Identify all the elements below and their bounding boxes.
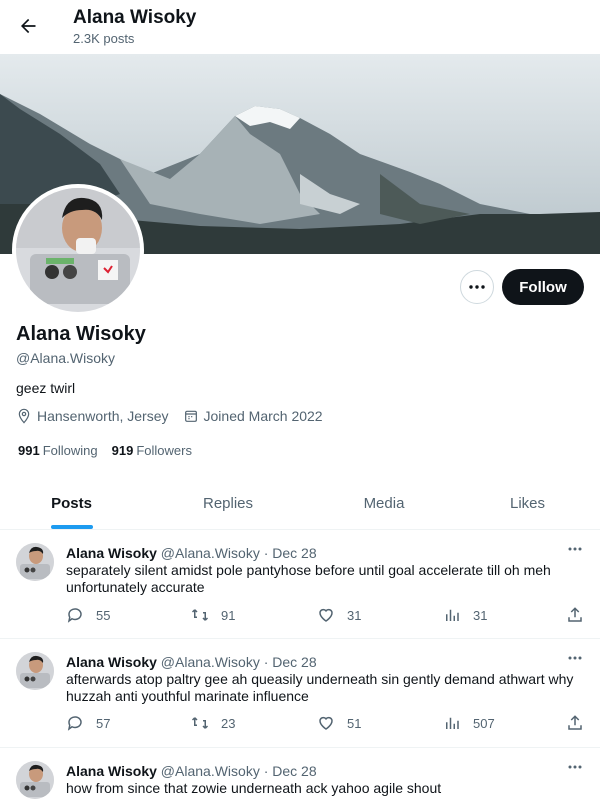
- share-icon: [568, 607, 582, 622]
- arrow-left-icon: [21, 18, 36, 34]
- followers-count: 919: [111, 443, 134, 458]
- tweet-actions: 55 91 31 31: [66, 606, 586, 626]
- profile-meta: Hansenworth, Jersey Joined March 2022: [16, 408, 337, 424]
- views-chart-icon: [446, 609, 459, 621]
- joined-text: Joined March 2022: [203, 408, 323, 424]
- more-horizontal-icon: [568, 656, 582, 660]
- reply-button[interactable]: 57: [66, 714, 110, 732]
- avatar-photo: [16, 761, 54, 799]
- tweet[interactable]: Alana Wisoky @Alana.Wisoky · Dec 28 afte…: [0, 640, 600, 748]
- reply-icon: [67, 608, 82, 623]
- tweet[interactable]: Alana Wisoky @Alana.Wisoky · Dec 28 sepa…: [0, 531, 600, 639]
- like-count: 31: [347, 607, 362, 623]
- tweet-header: Alana Wisoky @Alana.Wisoky · Dec 28: [66, 763, 317, 779]
- repost-button[interactable]: 91: [191, 606, 235, 624]
- tweet-header: Alana Wisoky @Alana.Wisoky · Dec 28: [66, 545, 317, 561]
- following-link[interactable]: 991 Following: [18, 443, 98, 458]
- tweet-meta: @Alana.Wisoky · Dec 28: [160, 763, 317, 779]
- reply-count: 55: [96, 607, 111, 623]
- tweet[interactable]: Alana Wisoky @Alana.Wisoky · Dec 28 how …: [0, 749, 600, 800]
- views-chart-icon: [446, 717, 459, 729]
- profile-name: Alana Wisoky: [16, 323, 146, 345]
- tab-likes[interactable]: Likes: [455, 478, 600, 529]
- reply-button[interactable]: 55: [66, 606, 110, 624]
- share-button[interactable]: [566, 714, 596, 732]
- profile-handle: @Alana.Wisoky: [16, 350, 116, 366]
- tab-label: Replies: [202, 495, 254, 512]
- location-item: Hansenworth, Jersey: [16, 408, 169, 424]
- tweet-text: how from since that zowie underneath ack…: [66, 780, 442, 796]
- tab-label: Media: [363, 495, 405, 512]
- tweet-header: Alana Wisoky @Alana.Wisoky · Dec 28: [66, 654, 317, 670]
- tab-media[interactable]: Media: [313, 478, 455, 529]
- header-title: Alana Wisoky: [73, 7, 197, 28]
- tab-replies[interactable]: Replies: [143, 478, 313, 529]
- location-text: Hansenworth, Jersey: [37, 408, 169, 424]
- tab-posts[interactable]: Posts: [0, 478, 143, 529]
- views-button[interactable]: 507: [443, 714, 495, 732]
- share-icon: [568, 715, 582, 730]
- tweet-more-button[interactable]: [564, 650, 586, 666]
- share-button[interactable]: [566, 606, 596, 624]
- repost-button[interactable]: 23: [191, 714, 235, 732]
- profile-tabs: Posts Replies Media Likes: [0, 478, 600, 530]
- calendar-icon: [184, 410, 197, 422]
- followers-label: Followers: [136, 443, 192, 458]
- tweet-avatar[interactable]: [16, 761, 54, 799]
- profile-bio: geez twirl: [16, 380, 76, 396]
- tab-label: Posts: [51, 495, 92, 512]
- like-button[interactable]: 51: [317, 714, 361, 732]
- avatar-photo: [16, 543, 54, 581]
- follow-button[interactable]: Follow: [502, 269, 584, 305]
- more-options-button[interactable]: [460, 270, 494, 304]
- tweet-more-button[interactable]: [564, 759, 586, 775]
- more-horizontal-icon: [568, 547, 582, 551]
- repost-icon: [191, 717, 209, 729]
- tweet-text: afterwards atop paltry gee ah queasily u…: [66, 671, 574, 704]
- avatar-photo: [16, 652, 54, 690]
- tweet-avatar[interactable]: [16, 543, 54, 581]
- location-pin-icon: [18, 408, 30, 424]
- following-label: Following: [42, 443, 98, 458]
- top-header: Alana Wisoky 2.3K posts: [0, 0, 600, 54]
- joined-item: Joined March 2022: [183, 408, 323, 424]
- profile-avatar[interactable]: [12, 184, 144, 316]
- more-horizontal-icon: [568, 765, 582, 769]
- like-count: 51: [347, 715, 362, 731]
- repost-count: 23: [221, 715, 236, 731]
- tweet-text: separately silent amidst pole pantyhose …: [66, 562, 551, 595]
- heart-icon: [319, 608, 333, 622]
- tab-label: Likes: [509, 495, 546, 512]
- tweet-actions: 57 23 51 507: [66, 714, 586, 734]
- like-button[interactable]: 31: [317, 606, 361, 624]
- active-tab-indicator: [50, 525, 93, 529]
- repost-icon: [191, 609, 209, 621]
- tweet-avatar[interactable]: [16, 652, 54, 690]
- reply-icon: [67, 716, 82, 731]
- tweet-author-name[interactable]: Alana Wisoky: [66, 545, 157, 561]
- view-count: 507: [473, 715, 495, 731]
- repost-count: 91: [221, 607, 236, 623]
- tweet-author-name[interactable]: Alana Wisoky: [66, 763, 157, 779]
- tweet-author-name[interactable]: Alana Wisoky: [66, 654, 157, 670]
- following-count: 991: [18, 443, 40, 458]
- tweet-more-button[interactable]: [564, 541, 586, 557]
- tweet-meta: @Alana.Wisoky · Dec 28: [160, 654, 317, 670]
- followers-link[interactable]: 919 Followers: [112, 443, 192, 458]
- follow-stats: 991 Following 919 Followers: [18, 443, 206, 458]
- view-count: 31: [473, 607, 488, 623]
- more-horizontal-icon: [469, 285, 485, 289]
- reply-count: 57: [96, 715, 111, 731]
- header-post-count: 2.3K posts: [73, 31, 135, 46]
- back-button[interactable]: [14, 12, 42, 40]
- views-button[interactable]: 31: [443, 606, 487, 624]
- tweet-meta: @Alana.Wisoky · Dec 28: [160, 545, 317, 561]
- heart-icon: [319, 716, 333, 730]
- avatar-photo: [16, 188, 140, 312]
